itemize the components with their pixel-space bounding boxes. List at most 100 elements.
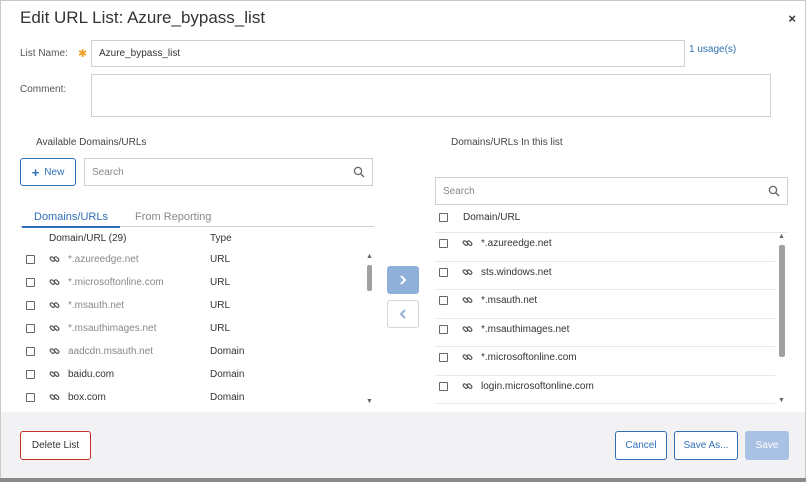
row-checkbox[interactable] bbox=[439, 239, 448, 248]
scroll-down-arrow-icon[interactable]: ▼ bbox=[366, 398, 373, 405]
row-checkbox[interactable] bbox=[26, 301, 35, 310]
list-name-input[interactable] bbox=[91, 40, 685, 67]
link-icon bbox=[462, 352, 473, 366]
list-item[interactable]: sts.windows.net bbox=[435, 262, 775, 290]
selected-domain-header[interactable]: Domain/URL bbox=[463, 212, 520, 223]
row-checkbox[interactable] bbox=[439, 296, 448, 305]
select-all-checkbox[interactable] bbox=[439, 213, 448, 222]
scroll-up-arrow-icon[interactable]: ▲ bbox=[366, 253, 373, 260]
list-item[interactable]: box.com Domain bbox=[20, 387, 363, 410]
tab-from-reporting[interactable]: From Reporting bbox=[135, 211, 211, 223]
scroll-down-arrow-icon[interactable]: ▼ bbox=[778, 397, 785, 404]
link-icon bbox=[49, 369, 60, 383]
domain-cell: *.microsoftonline.com bbox=[481, 352, 577, 363]
list-item[interactable]: *.msauthimages.net bbox=[435, 319, 775, 347]
row-checkbox[interactable] bbox=[439, 267, 448, 277]
comment-label: Comment: bbox=[20, 84, 67, 95]
domain-cell: *.msauthimages.net bbox=[481, 323, 570, 335]
link-icon bbox=[462, 381, 473, 395]
domain-cell: *.msauth.net bbox=[68, 300, 125, 311]
link-icon bbox=[49, 323, 60, 337]
comment-field[interactable] bbox=[91, 74, 771, 117]
row-checkbox[interactable] bbox=[439, 381, 448, 391]
list-item[interactable]: *.msauth.net bbox=[435, 290, 775, 319]
cancel-button[interactable]: Cancel bbox=[615, 431, 667, 460]
selected-search-input[interactable] bbox=[436, 178, 735, 204]
domain-cell: box.com bbox=[68, 392, 106, 403]
list-item[interactable]: *.msauthimages.net URL bbox=[20, 318, 363, 341]
selected-section-title: Domains/URLs In this list bbox=[451, 137, 563, 148]
available-domain-header[interactable]: Domain/URL (29) bbox=[49, 233, 126, 244]
type-cell: Domain bbox=[210, 346, 245, 357]
scroll-up-arrow-icon[interactable]: ▲ bbox=[778, 233, 785, 240]
list-item[interactable]: *.microsoftonline.com URL bbox=[20, 272, 363, 295]
list-item[interactable]: *.microsoftonline.com bbox=[435, 347, 775, 376]
link-icon bbox=[462, 267, 473, 281]
chevron-left-icon bbox=[399, 309, 406, 319]
edit-url-list-dialog: Edit URL List: Azure_bypass_list × List … bbox=[0, 0, 806, 478]
row-checkbox[interactable] bbox=[26, 278, 35, 287]
list-item[interactable]: *.azureedge.net bbox=[435, 233, 775, 262]
new-button[interactable]: + New bbox=[20, 158, 76, 186]
domain-cell: aadcdn.msauth.net bbox=[68, 346, 154, 357]
row-checkbox[interactable] bbox=[26, 324, 35, 333]
type-cell: Domain bbox=[210, 369, 245, 380]
domain-cell: *.azureedge.net bbox=[68, 254, 139, 265]
dialog-footer: Delete List Cancel Save As... Save bbox=[1, 412, 805, 478]
available-tabs: Domains/URLs From Reporting bbox=[20, 209, 374, 228]
row-checkbox[interactable] bbox=[26, 347, 35, 356]
plus-icon: + bbox=[31, 164, 40, 180]
usage-link[interactable]: 1 usage(s) bbox=[689, 44, 736, 55]
link-icon bbox=[49, 346, 60, 360]
row-divider bbox=[435, 403, 775, 404]
search-icon[interactable] bbox=[768, 185, 780, 197]
remove-from-list-button[interactable] bbox=[387, 300, 419, 328]
chevron-right-icon bbox=[400, 275, 407, 285]
domain-cell: *.msauth.net bbox=[481, 295, 538, 306]
row-checkbox[interactable] bbox=[439, 324, 448, 334]
window-bottom-edge bbox=[0, 478, 806, 482]
available-scrollbar-thumb[interactable] bbox=[367, 265, 372, 291]
list-item[interactable]: baidu.com Domain bbox=[20, 364, 363, 387]
list-item[interactable]: *.azureedge.net URL bbox=[20, 249, 363, 272]
type-cell: URL bbox=[210, 277, 231, 288]
list-name-label: List Name: bbox=[20, 48, 68, 59]
link-icon bbox=[49, 277, 60, 291]
delete-list-button[interactable]: Delete List bbox=[20, 431, 91, 460]
domain-cell: *.msauthimages.net bbox=[68, 323, 157, 334]
type-cell: URL bbox=[210, 300, 231, 311]
link-icon bbox=[49, 392, 60, 406]
list-item[interactable]: *.msauth.net URL bbox=[20, 295, 363, 318]
domain-cell: sts.windows.net bbox=[481, 266, 552, 278]
selected-search[interactable] bbox=[435, 177, 788, 205]
domain-cell: *.azureedge.net bbox=[481, 238, 552, 249]
available-section-title: Available Domains/URLs bbox=[36, 137, 147, 148]
required-asterisk-icon: ✱ bbox=[78, 48, 88, 60]
available-type-header[interactable]: Type bbox=[210, 233, 232, 244]
link-icon bbox=[49, 300, 60, 314]
search-icon[interactable] bbox=[353, 166, 365, 178]
link-icon bbox=[462, 238, 473, 252]
type-cell: URL bbox=[210, 323, 231, 334]
tab-domains-urls[interactable]: Domains/URLs bbox=[22, 211, 120, 228]
save-button[interactable]: Save bbox=[745, 431, 789, 460]
row-checkbox[interactable] bbox=[26, 393, 35, 402]
list-item[interactable]: aadcdn.msauth.net Domain bbox=[20, 341, 363, 364]
row-checkbox[interactable] bbox=[26, 370, 35, 379]
domain-cell: baidu.com bbox=[68, 369, 115, 380]
available-search[interactable] bbox=[84, 158, 373, 186]
link-icon bbox=[462, 295, 473, 309]
row-checkbox[interactable] bbox=[439, 353, 448, 362]
new-button-label: New bbox=[44, 166, 65, 178]
dialog-title: Edit URL List: Azure_bypass_list bbox=[20, 8, 266, 27]
type-cell: URL bbox=[210, 254, 231, 265]
link-icon bbox=[462, 324, 473, 338]
row-checkbox[interactable] bbox=[26, 255, 35, 264]
list-item[interactable]: login.microsoftonline.com bbox=[435, 376, 775, 404]
save-as-button[interactable]: Save As... bbox=[674, 431, 738, 460]
close-icon[interactable]: × bbox=[788, 11, 796, 26]
link-icon bbox=[49, 254, 60, 268]
add-to-list-button[interactable] bbox=[387, 266, 419, 294]
selected-scrollbar-thumb[interactable] bbox=[779, 245, 785, 357]
available-search-input[interactable] bbox=[85, 159, 329, 185]
